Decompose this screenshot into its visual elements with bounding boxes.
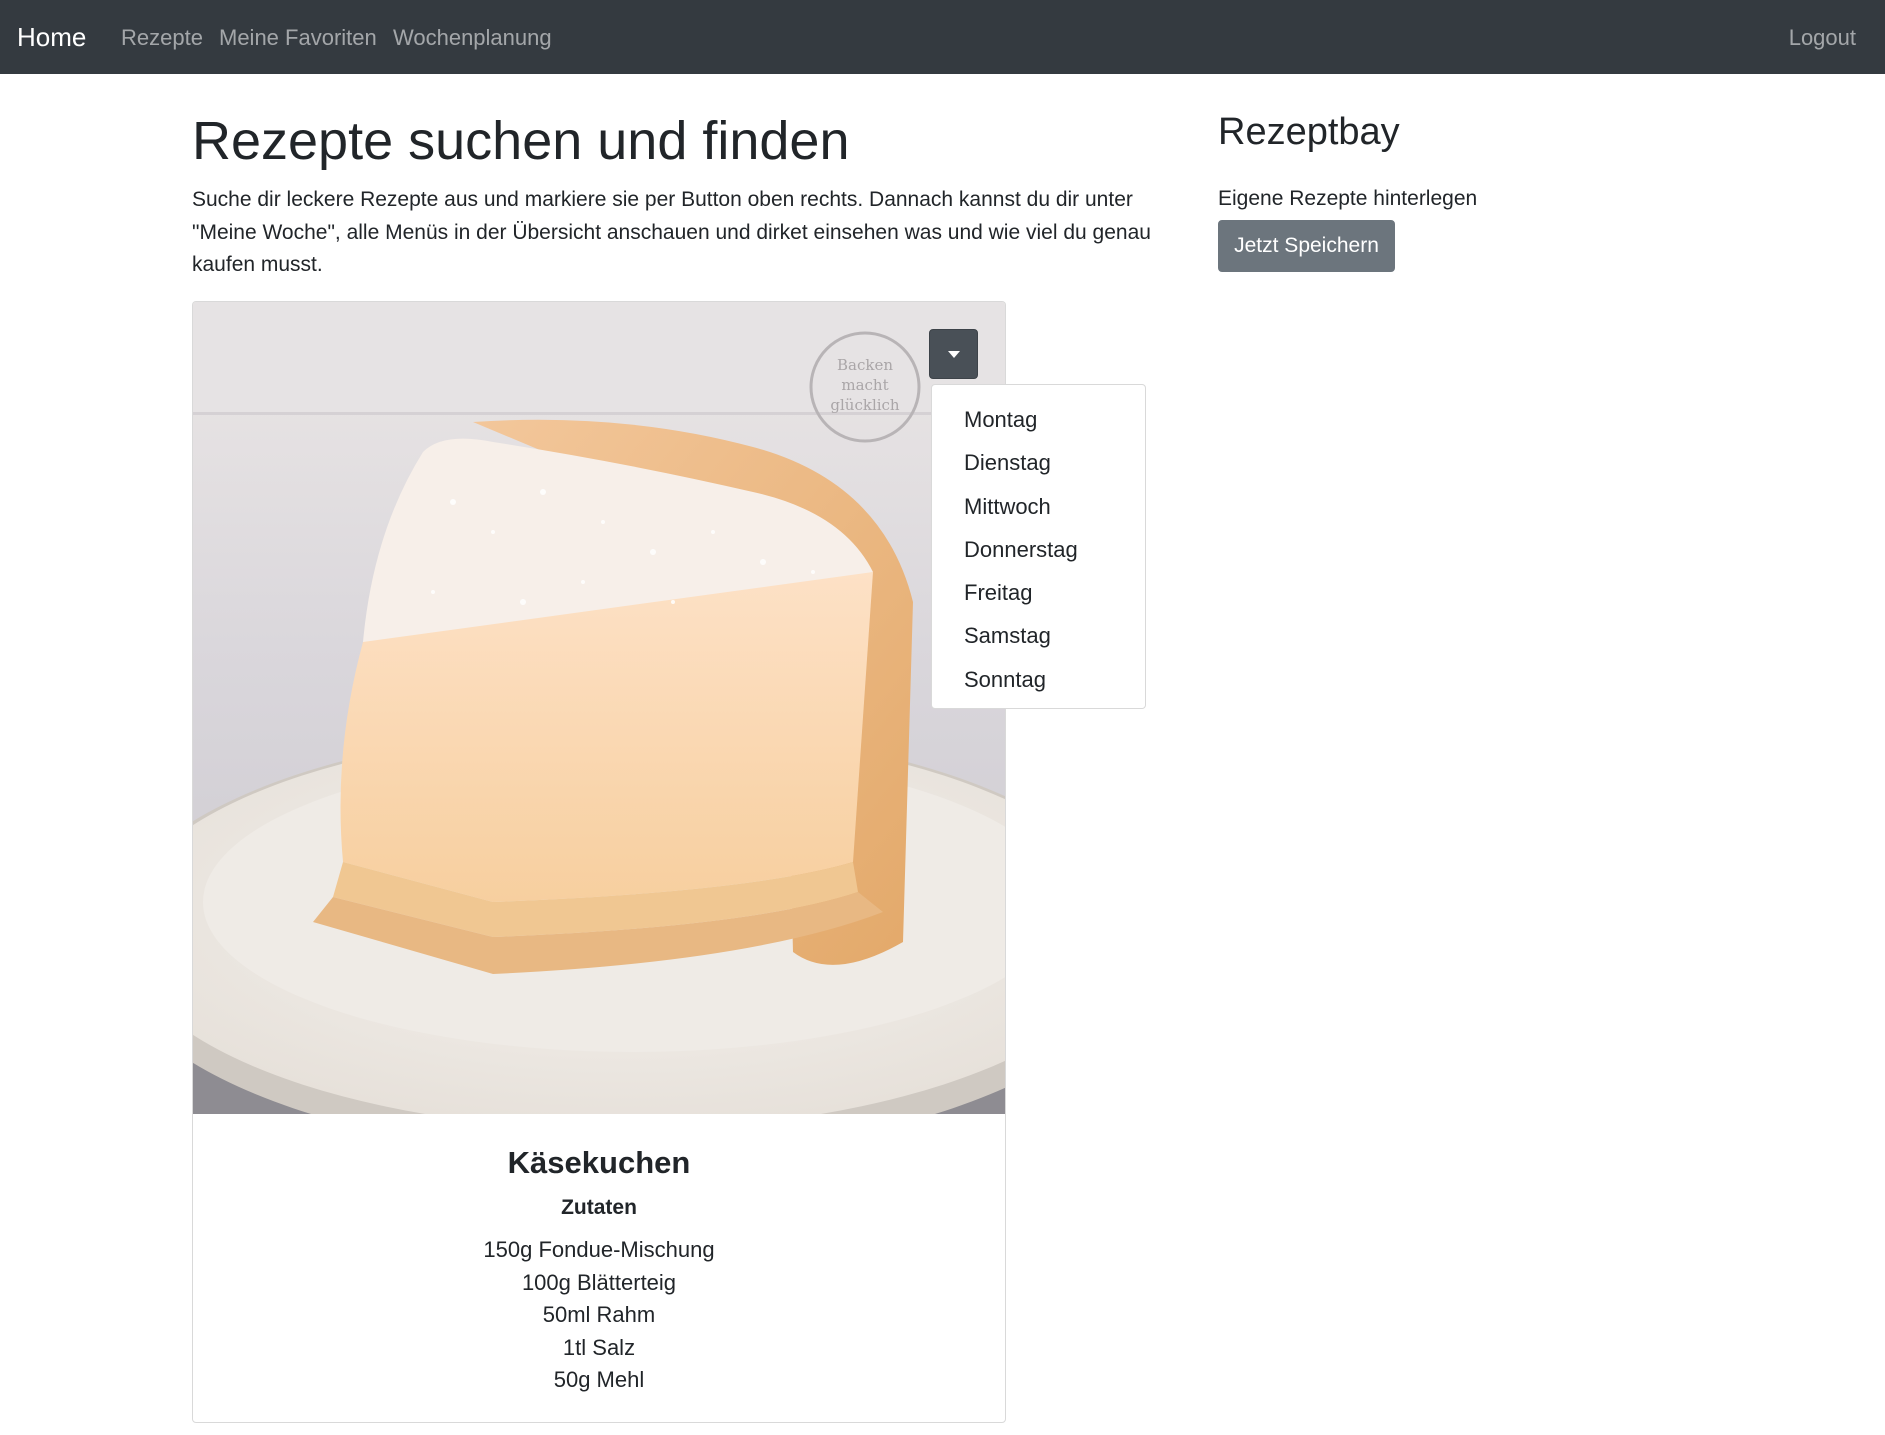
ingredient-item: 1tl Salz (562, 1334, 636, 1360)
nav-link-wochenplanung[interactable]: Wochenplanung (393, 25, 552, 51)
dropdown-item-samstag[interactable]: Samstag (932, 614, 1145, 657)
dropdown-item-donnerstag[interactable]: Donnerstag (932, 528, 1145, 571)
nav-link-rezepte[interactable]: Rezepte (121, 25, 203, 51)
stamp-text-1: Backen (837, 356, 893, 374)
page-title: Rezepte suchen und finden (192, 111, 850, 171)
caret-down-icon (947, 350, 960, 358)
recipe-card: Backen macht glücklich Käsekuchen Zutate… (192, 301, 1006, 1423)
nav-home-link[interactable]: Home (17, 22, 86, 52)
ingredient-item: 50ml Rahm (542, 1302, 656, 1327)
sidebar-text: Eigene Rezepte hinterlegen (1218, 187, 1478, 210)
dropdown-item-dienstag[interactable]: Dienstag (932, 441, 1145, 484)
top-navbar: Home Rezepte Meine Favoriten Wochenplanu… (0, 0, 1885, 74)
recipe-image: Backen macht glücklich (193, 302, 1005, 1114)
dropdown-item-montag[interactable]: Montag (932, 398, 1145, 441)
ingredient-item: 150g Fondue-Mischung (483, 1237, 715, 1262)
nav-link-favoriten[interactable]: Meine Favoriten (219, 25, 377, 51)
nav-logout-link[interactable]: Logout (1789, 25, 1856, 51)
stamp-text-3: glücklich (830, 396, 900, 414)
save-recipe-button[interactable]: Jetzt Speichern (1218, 220, 1395, 272)
ingredients-heading: Zutaten (561, 1196, 637, 1219)
recipe-title: Käsekuchen (507, 1145, 691, 1180)
stamp-text-2: macht (841, 376, 888, 394)
dropdown-item-freitag[interactable]: Freitag (932, 571, 1145, 614)
cheesecake-photo: Backen macht glücklich (193, 302, 1005, 1114)
dropdown-item-mittwoch[interactable]: Mittwoch (932, 485, 1145, 528)
intro-text: Suche dir leckere Rezepte aus und markie… (192, 188, 1151, 276)
weekday-dropdown-toggle[interactable] (929, 329, 978, 379)
ingredient-item: 50g Mehl (553, 1367, 645, 1392)
sidebar-title: Rezeptbay (1218, 111, 1400, 153)
weekday-dropdown-menu: Montag Dienstag Mittwoch Donnerstag Frei… (931, 384, 1146, 709)
ingredient-item: 100g Blätterteig (521, 1269, 677, 1295)
dropdown-item-sonntag[interactable]: Sonntag (932, 658, 1145, 701)
ingredients-list: 150g Fondue-Mischung 100g Blätterteig 50… (193, 1234, 1005, 1397)
